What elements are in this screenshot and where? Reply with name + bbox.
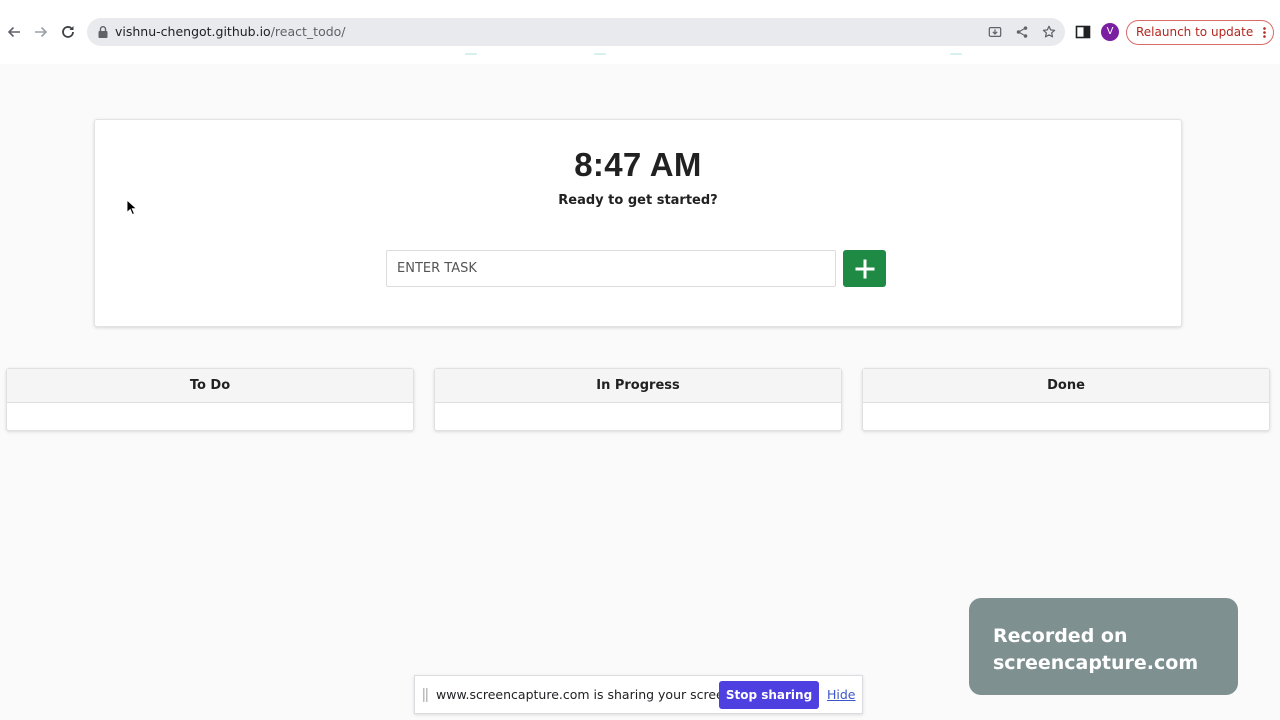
column-title: In Progress <box>435 369 841 403</box>
url-host: vishnu-chengot.github.io <box>115 24 271 39</box>
share-message: www.screencapture.com is sharing your sc… <box>436 687 736 702</box>
clock-time: 8:47 AM <box>574 146 702 183</box>
relaunch-label: Relaunch to update <box>1136 25 1254 39</box>
screen-share-bar: www.screencapture.com is sharing your sc… <box>414 675 863 714</box>
address-bar[interactable]: vishnu-chengot.github.io/react_todo/ <box>87 18 1065 46</box>
task-entry-card: 8:47 AM Ready to get started? <box>94 119 1182 327</box>
column-in-progress: In Progress <box>434 368 842 431</box>
decor-dot <box>594 53 606 55</box>
column-title: To Do <box>7 369 413 403</box>
drag-handle-icon[interactable] <box>423 688 428 702</box>
url-path: /react_todo/ <box>270 24 346 39</box>
share-icon[interactable] <box>1014 24 1030 40</box>
mouse-cursor-icon <box>126 199 137 215</box>
browser-toolbar: vishnu-chengot.github.io/react_todo/ V R… <box>0 0 1280 64</box>
profile-avatar[interactable]: V <box>1101 23 1119 41</box>
reload-icon[interactable] <box>56 20 80 44</box>
column-done: Done <box>862 368 1270 431</box>
greeting-text: Ready to get started? <box>558 193 718 208</box>
stop-sharing-button[interactable]: Stop sharing <box>719 681 819 709</box>
plus-icon <box>855 259 874 278</box>
lock-icon <box>98 26 108 38</box>
decor-dot <box>950 53 962 55</box>
recording-watermark: Recorded on screencapture.com <box>969 598 1238 695</box>
more-icon <box>1263 27 1266 38</box>
column-todo: To Do <box>6 368 414 431</box>
install-icon[interactable] <box>987 24 1003 40</box>
watermark-line1: Recorded on <box>993 625 1128 647</box>
add-task-button[interactable] <box>843 250 886 287</box>
task-input[interactable] <box>386 250 836 287</box>
relaunch-button[interactable]: Relaunch to update <box>1126 20 1274 45</box>
column-title: Done <box>863 369 1269 403</box>
hide-link[interactable]: Hide <box>827 687 856 702</box>
url-text: vishnu-chengot.github.io/react_todo/ <box>115 24 346 40</box>
side-panel-icon[interactable] <box>1075 24 1091 40</box>
back-icon[interactable] <box>2 20 26 44</box>
watermark-line2: screencapture.com <box>993 652 1199 674</box>
forward-icon[interactable] <box>29 20 53 44</box>
star-icon[interactable] <box>1041 24 1057 40</box>
decor-dot <box>465 53 477 55</box>
